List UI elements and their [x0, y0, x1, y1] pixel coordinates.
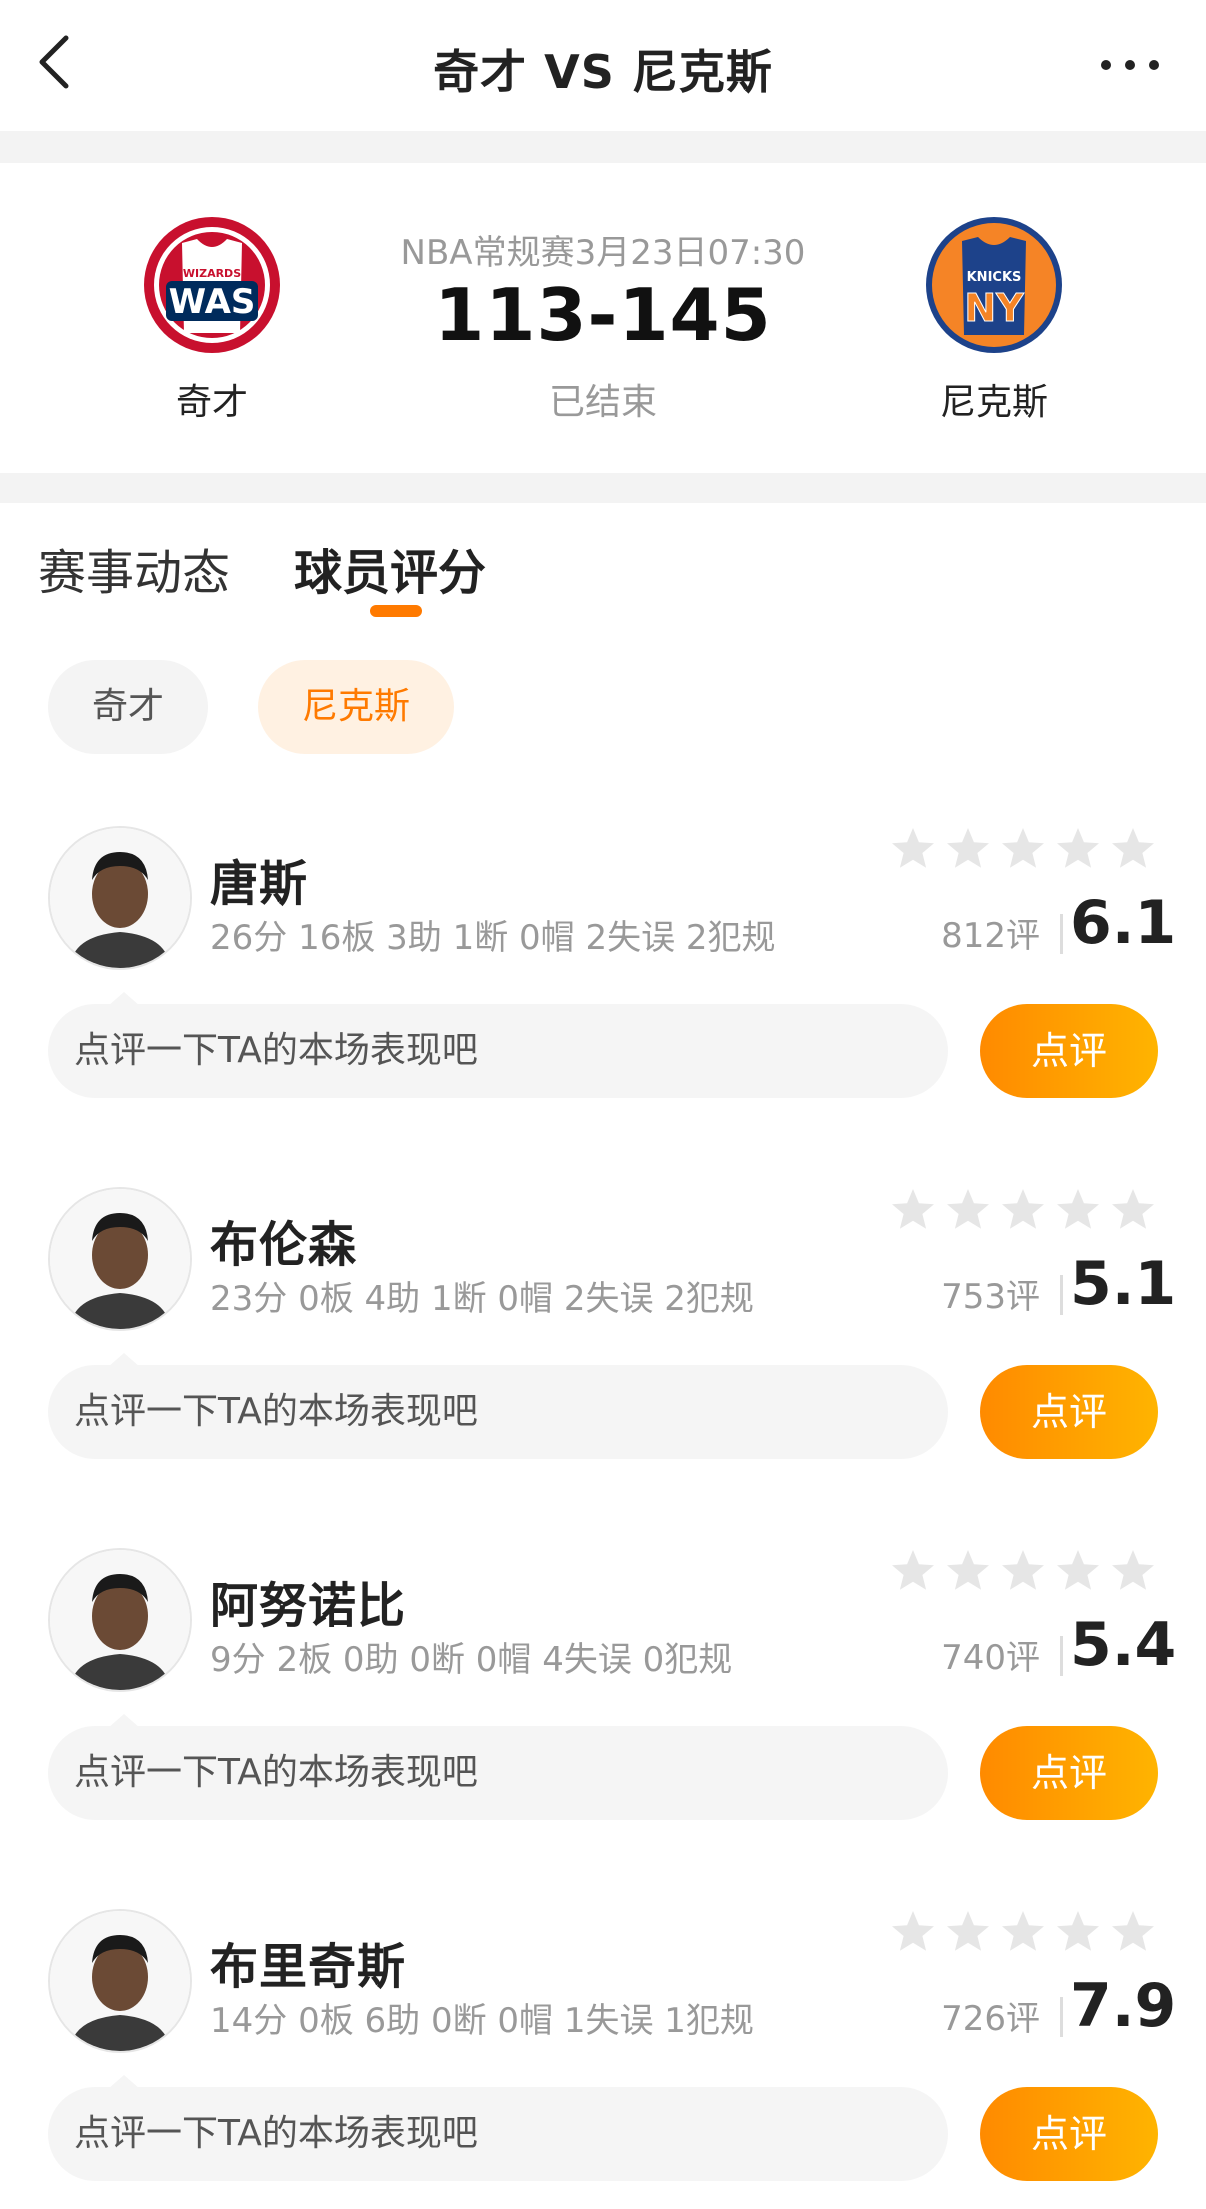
match-header: WIZARDS WAS 奇才 NBA常规赛3月23日07:30 113-145 …	[0, 163, 1206, 473]
player-avatar[interactable]	[48, 1187, 192, 1331]
star-icon[interactable]	[1000, 826, 1046, 872]
player-stats: 9分 2板 0助 0断 0帽 4失误 0犯规	[210, 1640, 733, 1680]
more-horizontal-icon[interactable]	[1096, 50, 1166, 80]
player-rating: 7.9	[1070, 1971, 1177, 2041]
divider	[1060, 1275, 1063, 1315]
player-card: 布里奇斯 14分 0板 6助 0断 0帽 1失误 1犯规 726评 7.9 点评…	[0, 1909, 1206, 2209]
star-icon[interactable]	[1055, 1909, 1101, 1955]
star-icon[interactable]	[1055, 826, 1101, 872]
active-tab-indicator	[370, 605, 422, 617]
divider	[1060, 914, 1063, 954]
review-count: 812评	[941, 916, 1040, 956]
home-team-name: 奇才	[175, 382, 248, 423]
player-rating: 6.1	[1070, 888, 1177, 958]
comment-placeholder: 点评一下TA的本场表现吧	[74, 2113, 478, 2154]
rating-stars[interactable]	[890, 1187, 1160, 1237]
star-icon[interactable]	[890, 1548, 936, 1594]
comment-placeholder: 点评一下TA的本场表现吧	[74, 1030, 478, 1071]
rating-stars[interactable]	[890, 1909, 1160, 1959]
tab-bar: 赛事动态 球员评分	[0, 503, 1206, 623]
comment-placeholder: 点评一下TA的本场表现吧	[74, 1752, 478, 1793]
comment-input[interactable]: 点评一下TA的本场表现吧	[48, 2087, 948, 2181]
svg-text:WAS: WAS	[169, 282, 256, 322]
star-icon[interactable]	[1110, 1909, 1156, 1955]
star-icon[interactable]	[1000, 1548, 1046, 1594]
player-name: 布伦森	[210, 1217, 358, 1273]
tab-match-events[interactable]: 赛事动态	[38, 533, 230, 603]
star-icon[interactable]	[945, 1548, 991, 1594]
star-icon[interactable]	[1000, 1909, 1046, 1955]
nav-bar: 奇才 VS 尼克斯	[0, 0, 1206, 132]
review-count: 753评	[941, 1277, 1040, 1317]
review-count: 740评	[941, 1638, 1040, 1678]
player-avatar[interactable]	[48, 1909, 192, 2053]
star-icon[interactable]	[945, 826, 991, 872]
player-name: 阿努诺比	[210, 1578, 407, 1634]
svg-text:NY: NY	[964, 286, 1024, 330]
section-gap	[0, 131, 1206, 163]
player-rating: 5.4	[1070, 1610, 1177, 1680]
page-title: 奇才 VS 尼克斯	[433, 45, 773, 99]
match-score: 113-145	[434, 273, 772, 357]
player-rating: 5.1	[1070, 1249, 1177, 1319]
star-icon[interactable]	[1055, 1187, 1101, 1233]
rating-stars[interactable]	[890, 826, 1160, 876]
comment-button[interactable]: 点评	[980, 1365, 1158, 1459]
svg-text:KNICKS: KNICKS	[967, 270, 1022, 285]
star-icon[interactable]	[1110, 826, 1156, 872]
player-card: 唐斯 26分 16板 3助 1断 0帽 2失误 2犯规 812评 6.1 点评一…	[0, 826, 1206, 1126]
star-icon[interactable]	[945, 1187, 991, 1233]
divider	[1060, 1997, 1063, 2037]
comment-placeholder: 点评一下TA的本场表现吧	[74, 1391, 478, 1432]
comment-input[interactable]: 点评一下TA的本场表现吧	[48, 1004, 948, 1098]
filter-knicks[interactable]: 尼克斯	[258, 660, 454, 754]
star-icon[interactable]	[1110, 1187, 1156, 1233]
wizards-logo[interactable]: WIZARDS WAS	[142, 215, 282, 355]
filter-wizards[interactable]: 奇才	[48, 660, 208, 754]
comment-button[interactable]: 点评	[980, 1004, 1158, 1098]
player-avatar[interactable]	[48, 1548, 192, 1692]
player-stats: 14分 0板 6助 0断 0帽 1失误 1犯规	[210, 2001, 754, 2041]
away-team-name: 尼克斯	[939, 382, 1048, 423]
review-count: 726评	[941, 1999, 1040, 2039]
star-icon[interactable]	[890, 1909, 936, 1955]
player-card: 阿努诺比 9分 2板 0助 0断 0帽 4失误 0犯规 740评 5.4 点评一…	[0, 1548, 1206, 1848]
comment-button[interactable]: 点评	[980, 1726, 1158, 1820]
star-icon[interactable]	[890, 1187, 936, 1233]
star-icon[interactable]	[1000, 1187, 1046, 1233]
rating-stars[interactable]	[890, 1548, 1160, 1598]
star-icon[interactable]	[890, 826, 936, 872]
star-icon[interactable]	[1055, 1548, 1101, 1594]
player-name: 唐斯	[210, 856, 309, 912]
star-icon[interactable]	[945, 1909, 991, 1955]
player-name: 布里奇斯	[210, 1939, 407, 1995]
comment-input[interactable]: 点评一下TA的本场表现吧	[48, 1726, 948, 1820]
tab-player-ratings[interactable]: 球员评分	[294, 533, 486, 603]
player-stats: 23分 0板 4助 1断 0帽 2失误 2犯规	[210, 1279, 754, 1319]
comment-button[interactable]: 点评	[980, 2087, 1158, 2181]
comment-input[interactable]: 点评一下TA的本场表现吧	[48, 1365, 948, 1459]
player-card: 布伦森 23分 0板 4助 1断 0帽 2失误 2犯规 753评 5.1 点评一…	[0, 1187, 1206, 1487]
section-gap	[0, 473, 1206, 503]
knicks-logo[interactable]: KNICKS NY	[924, 215, 1064, 355]
player-avatar[interactable]	[48, 826, 192, 970]
player-stats: 26分 16板 3助 1断 0帽 2失误 2犯规	[210, 918, 776, 958]
match-status: 已结束	[548, 382, 657, 423]
svg-text:WIZARDS: WIZARDS	[183, 267, 241, 280]
divider	[1060, 1636, 1063, 1676]
star-icon[interactable]	[1110, 1548, 1156, 1594]
match-info: NBA常规赛3月23日07:30	[400, 233, 806, 273]
